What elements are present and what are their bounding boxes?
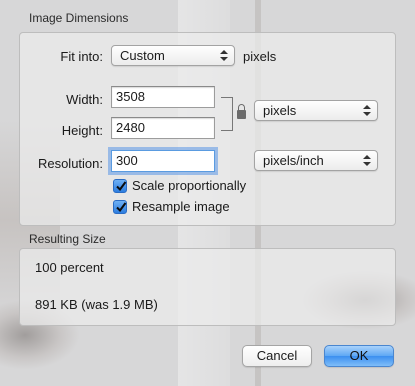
fit-into-label: Fit into: — [60, 49, 103, 64]
up-down-arrows-icon — [220, 49, 228, 62]
scale-proportionally-label: Scale proportionally — [132, 178, 247, 193]
image-dimensions-heading: Image Dimensions — [29, 11, 129, 25]
resample-image-checkbox[interactable] — [113, 199, 127, 214]
checkmark-icon — [116, 180, 127, 191]
width-field[interactable]: 3508 — [111, 86, 215, 108]
up-down-arrows-icon — [363, 104, 371, 117]
fit-into-popup[interactable]: Custom — [111, 45, 235, 66]
width-label: Width: — [66, 92, 103, 107]
height-label: Height: — [61, 123, 103, 138]
ok-button[interactable]: OK — [324, 345, 394, 367]
size-unit-value: pixels — [263, 103, 297, 118]
fit-into-value: Custom — [120, 48, 165, 63]
scale-proportionally-checkbox[interactable] — [113, 178, 127, 193]
up-down-arrows-icon — [363, 154, 371, 167]
result-percent: 100 percent — [35, 260, 104, 275]
cancel-button[interactable]: Cancel — [242, 345, 312, 367]
resolution-unit-popup[interactable]: pixels/inch — [254, 150, 378, 171]
result-file-size: 891 KB (was 1.9 MB) — [35, 297, 158, 312]
size-unit-popup[interactable]: pixels — [254, 100, 378, 121]
resolution-field[interactable]: 300 — [111, 150, 215, 172]
resolution-unit-value: pixels/inch — [263, 153, 324, 168]
constrain-bracket — [221, 97, 233, 131]
resolution-label: Resolution: — [37, 156, 103, 171]
fit-into-unit: pixels — [243, 49, 277, 64]
height-field[interactable]: 2480 — [111, 117, 215, 139]
resample-image-label: Resample image — [132, 199, 230, 214]
resulting-size-heading: Resulting Size — [29, 232, 106, 246]
resample-image-checkbox-row[interactable]: Resample image — [113, 199, 230, 214]
lock-icon[interactable] — [237, 104, 246, 119]
scale-proportionally-checkbox-row[interactable]: Scale proportionally — [113, 178, 246, 193]
checkmark-icon — [116, 201, 127, 212]
